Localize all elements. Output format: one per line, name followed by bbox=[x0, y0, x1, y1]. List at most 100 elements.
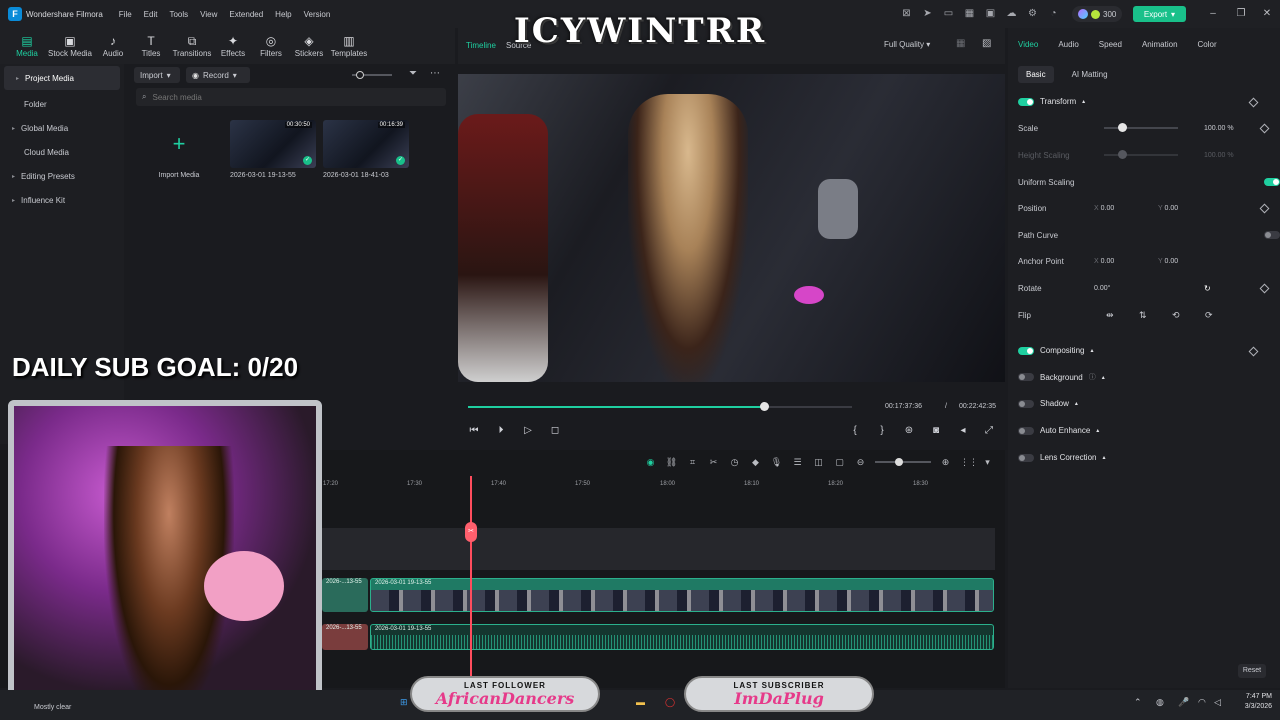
chevron-up-icon[interactable]: ⌃ bbox=[1134, 697, 1142, 708]
sidebar-item-folder[interactable]: Folder bbox=[0, 92, 124, 116]
compositing-toggle[interactable] bbox=[1018, 346, 1034, 355]
rotate-dial-icon[interactable]: ↻ bbox=[1204, 284, 1211, 293]
mic-muted-icon[interactable]: 🎤 bbox=[1178, 697, 1189, 708]
ai-feature-icon[interactable]: ◉ bbox=[644, 457, 657, 468]
thumbnail-size-slider[interactable] bbox=[352, 71, 392, 79]
quality-select[interactable]: Full Quality ▾ bbox=[884, 40, 930, 49]
previous-frame-icon[interactable]: ⏮ bbox=[467, 424, 481, 438]
tab-ai-matting[interactable]: AI Matting bbox=[1064, 66, 1116, 83]
bell-icon[interactable]: ◔ bbox=[1047, 7, 1060, 20]
import-button[interactable]: Import ▾ bbox=[134, 67, 180, 83]
audio-mixer-icon[interactable]: ☰ bbox=[791, 457, 804, 468]
grid-icon[interactable]: ▦ bbox=[956, 38, 965, 49]
more-options-icon[interactable]: ⋯ bbox=[430, 68, 440, 79]
crop-icon[interactable]: ⌗ bbox=[686, 457, 699, 468]
tab-speed[interactable]: Speed bbox=[1099, 40, 1122, 49]
cloud-icon[interactable]: ☁ bbox=[1005, 7, 1018, 20]
progress-handle[interactable] bbox=[759, 402, 769, 411]
render-icon[interactable]: ⊛ bbox=[902, 424, 916, 438]
menu-version[interactable]: Version bbox=[304, 10, 331, 19]
sidebar-item-cloud-media[interactable]: Cloud Media bbox=[0, 140, 124, 164]
mark-in-icon[interactable]: { bbox=[848, 424, 862, 438]
rotate-left-icon[interactable]: ⟲ bbox=[1172, 310, 1205, 321]
pip-icon[interactable]: ▢ bbox=[833, 457, 846, 468]
tab-effects[interactable]: ✦ Effects bbox=[214, 28, 252, 64]
menu-file[interactable]: File bbox=[119, 10, 132, 19]
path-curve-toggle[interactable] bbox=[1264, 231, 1280, 239]
layout-icon[interactable]: ▦ bbox=[963, 7, 976, 20]
rotate-right-icon[interactable]: ⟳ bbox=[1205, 310, 1238, 321]
anchor-x-input[interactable]: X 0.00 bbox=[1094, 258, 1158, 265]
speed-icon[interactable]: ◷ bbox=[728, 457, 741, 468]
menu-extended[interactable]: Extended bbox=[229, 10, 263, 19]
background-section[interactable]: Background ⓘ ▴ bbox=[1018, 372, 1105, 382]
uniform-scaling-toggle[interactable] bbox=[1264, 178, 1280, 186]
file-explorer-icon[interactable]: ▬ bbox=[636, 697, 645, 707]
tab-filters[interactable]: ◎ Filters bbox=[252, 28, 290, 64]
reset-button[interactable]: Reset bbox=[1238, 664, 1266, 678]
tab-audio[interactable]: Audio bbox=[1058, 40, 1078, 49]
snapshot-image-icon[interactable]: ▨ bbox=[982, 38, 991, 49]
shadow-toggle[interactable] bbox=[1018, 399, 1034, 408]
keyframe-icon[interactable] bbox=[1259, 283, 1270, 294]
scale-value[interactable]: 100.00 % bbox=[1204, 125, 1254, 132]
play-back-icon[interactable]: ⏵ bbox=[494, 424, 508, 438]
screen-icon[interactable]: ▣ bbox=[984, 7, 997, 20]
windows-start-icon[interactable]: ⊞ bbox=[400, 697, 408, 708]
credits-badge[interactable]: 300 bbox=[1072, 6, 1123, 22]
keyframe-icon[interactable] bbox=[1259, 203, 1270, 214]
zoom-in-icon[interactable]: ⊕ bbox=[939, 457, 952, 468]
audio-clip[interactable]: 2026-03-01 19-13-55 bbox=[370, 624, 994, 650]
media-clip[interactable]: 00:16:39 ✓ 2026-03-01 18-41-03 bbox=[323, 120, 409, 179]
tab-audio[interactable]: ♪ Audio bbox=[94, 28, 132, 64]
menu-edit[interactable]: Edit bbox=[144, 10, 158, 19]
volume-icon[interactable]: ◂ bbox=[956, 424, 970, 438]
menu-help[interactable]: Help bbox=[275, 10, 291, 19]
auto-enhance-toggle[interactable] bbox=[1018, 426, 1034, 435]
slider-knob[interactable] bbox=[1118, 123, 1127, 132]
media-clip[interactable]: 00:30:50 ✓ 2026-03-01 19-13-55 bbox=[230, 120, 316, 179]
shadow-section[interactable]: Shadow ▴ bbox=[1018, 399, 1078, 408]
zoom-slider[interactable] bbox=[875, 458, 931, 466]
tab-titles[interactable]: T Titles bbox=[132, 28, 170, 64]
split-icon[interactable]: ✂ bbox=[707, 457, 720, 468]
tab-animation[interactable]: Animation bbox=[1142, 40, 1178, 49]
rotate-input[interactable]: 0.00° bbox=[1094, 285, 1204, 292]
video-preview[interactable] bbox=[458, 74, 1005, 382]
anchor-y-input[interactable]: Y 0.00 bbox=[1158, 258, 1222, 265]
speaker-icon[interactable]: ◁ bbox=[1214, 697, 1221, 708]
keyframe-icon[interactable] bbox=[1248, 97, 1259, 108]
menu-view[interactable]: View bbox=[200, 10, 217, 19]
microphone-icon[interactable]: 🎙 bbox=[770, 457, 783, 468]
auto-enhance-section[interactable]: Auto Enhance ▴ bbox=[1018, 426, 1099, 435]
tab-basic[interactable]: Basic bbox=[1018, 66, 1054, 83]
keyframe-icon[interactable] bbox=[1248, 346, 1259, 357]
record-button[interactable]: ◉ Record ▾ bbox=[186, 67, 250, 83]
link-icon[interactable]: ⛓ bbox=[665, 457, 678, 468]
tab-video[interactable]: Video bbox=[1018, 40, 1038, 49]
sidebar-item-project-media[interactable]: ▸ Project Media bbox=[4, 66, 120, 90]
wifi-icon[interactable]: ◠ bbox=[1198, 697, 1206, 708]
flip-horizontal-icon[interactable]: ⇹ bbox=[1106, 310, 1139, 321]
position-x-input[interactable]: X 0.00 bbox=[1094, 205, 1158, 212]
chevron-down-icon[interactable]: ▾ bbox=[981, 457, 994, 468]
playback-progress-bar[interactable] bbox=[468, 402, 852, 411]
tab-color[interactable]: Color bbox=[1198, 40, 1217, 49]
sidebar-item-global-media[interactable]: ▸ Global Media bbox=[0, 116, 124, 140]
lens-correction-section[interactable]: Lens Correction ▴ bbox=[1018, 453, 1106, 462]
position-y-input[interactable]: Y 0.00 bbox=[1158, 205, 1222, 212]
tab-media[interactable]: ▤ Media bbox=[8, 28, 46, 64]
sidebar-item-editing-presets[interactable]: ▸ Editing Presets bbox=[0, 164, 124, 188]
tab-transitions[interactable]: ⧉ Transitions bbox=[170, 28, 214, 64]
playhead[interactable] bbox=[470, 476, 472, 676]
import-media-tile[interactable]: + Import Media bbox=[136, 120, 222, 179]
maximize-icon[interactable]: ❐ bbox=[1234, 7, 1248, 21]
scale-slider[interactable] bbox=[1104, 123, 1178, 132]
snapshot-icon[interactable]: ◫ bbox=[812, 457, 825, 468]
taskbar-clock[interactable]: 7:47 PM 3/3/2026 bbox=[1232, 692, 1272, 712]
network-icon[interactable]: ◍ bbox=[1156, 697, 1164, 708]
settings-icon[interactable]: ⚙ bbox=[1026, 7, 1039, 20]
gift-icon[interactable]: ⊠ bbox=[900, 7, 913, 20]
transform-section[interactable]: Transform ▴ bbox=[1018, 97, 1085, 106]
tab-stock-media[interactable]: ▣ Stock Media bbox=[46, 28, 94, 64]
